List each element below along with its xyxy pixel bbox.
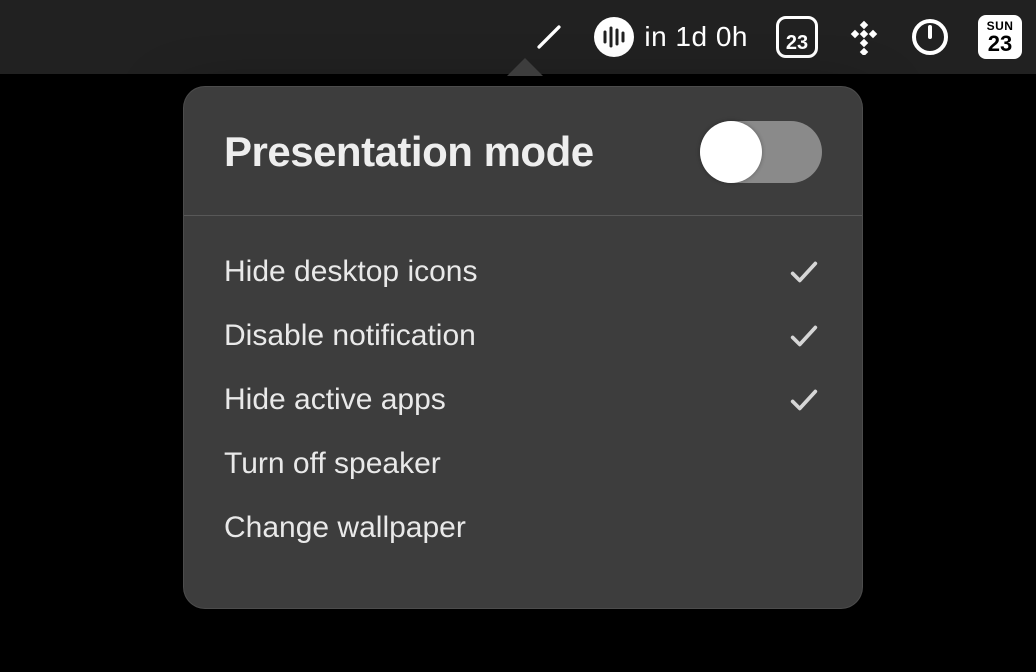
menu-item-disable-notification[interactable]: Disable notification (224, 304, 822, 368)
popover-panel: Presentation mode Hide desktop icons Dis… (183, 86, 863, 609)
presentation-mode-popover: Presentation mode Hide desktop icons Dis… (183, 72, 863, 609)
calendar-day-number: 23 (786, 33, 808, 53)
menubar-calendar-item[interactable]: 23 (776, 0, 818, 74)
menu-item-label: Hide active apps (224, 383, 446, 417)
menubar-diamond-grid-item[interactable] (846, 0, 882, 74)
menu-item-label: Disable notification (224, 319, 476, 353)
pencil-icon (532, 20, 566, 54)
menu-item-label: Change wallpaper (224, 511, 466, 545)
power-circle-icon (910, 17, 950, 57)
menu-item-change-wallpaper[interactable]: Change wallpaper (224, 496, 822, 560)
menubar-day-badge-item[interactable]: SUN 23 (978, 0, 1022, 74)
presentation-mode-toggle[interactable] (700, 121, 822, 183)
popover-title: Presentation mode (224, 128, 594, 176)
menu-item-label: Turn off speaker (224, 447, 441, 481)
menu-item-label: Hide desktop icons (224, 255, 477, 289)
day-badge-dow: SUN (987, 20, 1014, 32)
day-badge-icon: SUN 23 (978, 15, 1022, 59)
diamond-grid-icon (846, 19, 882, 55)
menu-item-hide-desktop-icons[interactable]: Hide desktop icons (224, 240, 822, 304)
check-icon (786, 254, 822, 290)
popover-header: Presentation mode (184, 87, 862, 215)
menubar-power-item[interactable] (910, 0, 950, 74)
toggle-knob (700, 121, 762, 183)
calendar-icon: 23 (776, 16, 818, 58)
popover-arrow (507, 58, 543, 76)
menubar-sound-item[interactable]: in 1d 0h (594, 0, 748, 74)
day-badge-number: 23 (988, 33, 1012, 55)
sound-countdown-label: in 1d 0h (644, 21, 748, 53)
menu-item-turn-off-speaker[interactable]: Turn off speaker (224, 432, 822, 496)
check-icon (786, 318, 822, 354)
menu-item-hide-active-apps[interactable]: Hide active apps (224, 368, 822, 432)
sound-waveform-icon (594, 17, 634, 57)
check-icon (786, 382, 822, 418)
popover-menu-list: Hide desktop icons Disable notification … (184, 216, 862, 608)
